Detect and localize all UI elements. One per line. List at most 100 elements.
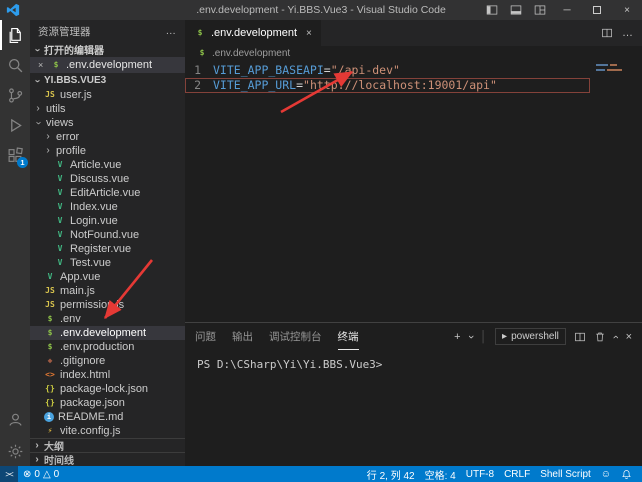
tree-item-.env.development[interactable]: $.env.development <box>30 326 185 340</box>
tree-item-main.js[interactable]: JSmain.js <box>30 284 185 298</box>
editor-area: $ .env.development × … $ .env.developmen… <box>185 20 642 466</box>
minimize-button[interactable]: ─ <box>552 0 582 20</box>
project-root-header[interactable]: › YI.BBS.VUE3 <box>30 73 185 88</box>
tree-item-package.json[interactable]: {} package.json <box>30 396 185 410</box>
close-panel-icon[interactable]: × <box>626 331 632 343</box>
file-label: index.html <box>60 369 110 381</box>
vue-file-icon: V <box>54 175 66 183</box>
activity-bar: 1 <box>0 20 30 466</box>
chevron-right-icon: › <box>44 132 52 142</box>
tree-item-Index.vue[interactable]: VIndex.vue <box>30 200 185 214</box>
tree-item-package-lock.json[interactable]: {}package-lock.json <box>30 382 185 396</box>
tree-item-EditArticle.vue[interactable]: VEditArticle.vue <box>30 186 185 200</box>
tree-item-Discuss.vue[interactable]: VDiscuss.vue <box>30 172 185 186</box>
code-line-2[interactable]: 2VITE_APP_URL="http://localhost:19001/ap… <box>185 78 590 93</box>
tree-item-user.js[interactable]: JSuser.js <box>30 88 185 102</box>
terminal-output[interactable]: PS D:\CSharp\Yi\Yi.BBS.Vue3> <box>185 350 642 466</box>
file-label: utils <box>46 103 66 115</box>
tree-item-utils[interactable]: ›utils <box>30 102 185 116</box>
env-file-icon: $ <box>196 49 208 57</box>
split-editor-icon[interactable] <box>601 27 613 39</box>
cursor-position[interactable]: 行 2, 列 42 <box>362 467 420 482</box>
remote-indicator[interactable]: >< <box>0 466 18 482</box>
tree-item-Article.vue[interactable]: V Article.vue <box>30 158 185 172</box>
timeline-section[interactable]: › 时间线 <box>30 452 185 466</box>
launch-profile-button[interactable]: ▸ powershell <box>495 328 566 345</box>
panel-tab-输出[interactable]: 输出 <box>232 323 253 350</box>
vue-file-icon: V <box>54 161 66 169</box>
account-icon[interactable] <box>0 404 30 434</box>
minimap[interactable] <box>596 64 634 74</box>
tree-item-Login.vue[interactable]: VLogin.vue <box>30 214 185 228</box>
panel-tab-调试控制台[interactable]: 调试控制台 <box>269 323 322 350</box>
html-file-icon: <> <box>44 371 56 379</box>
tree-item-Register.vue[interactable]: VRegister.vue <box>30 242 185 256</box>
problems-status[interactable]: ⊗0 △0 <box>18 469 64 480</box>
tab-close-icon[interactable]: × <box>306 28 312 39</box>
code-lines: 1VITE_APP_BASEAPI="/api-dev"2VITE_APP_UR… <box>185 63 642 93</box>
sidebar-actions-icon[interactable]: … <box>166 25 178 37</box>
open-editor-item[interactable]: × $ .env.development <box>30 57 185 73</box>
tree-item-NotFound.vue[interactable]: VNotFound.vue <box>30 228 185 242</box>
more-actions-icon[interactable]: … <box>622 27 633 39</box>
panel-tab-终端[interactable]: 终端 <box>338 323 359 350</box>
tree-item-permission.js[interactable]: JSpermission.js <box>30 298 185 312</box>
settings-gear-icon[interactable] <box>0 436 30 466</box>
indentation-setting[interactable]: 空格: 4 <box>420 467 461 482</box>
explorer-sidebar: 资源管理器 … › 打开的编辑器 × $ .env.development › … <box>30 20 185 466</box>
panel-tab-问题[interactable]: 问题 <box>195 323 216 350</box>
tree-item-Test.vue[interactable]: VTest.vue <box>30 256 185 270</box>
notifications-bell-icon[interactable] <box>616 469 637 480</box>
chevron-right-icon: › <box>44 146 52 156</box>
source-control-icon[interactable] <box>0 80 30 110</box>
terminal-dropdown-icon[interactable]: › <box>464 335 476 339</box>
customize-layout-icon[interactable] <box>528 0 552 20</box>
vue-file-icon: V <box>54 259 66 267</box>
tree-item-.gitignore[interactable]: ◆.gitignore <box>30 354 185 368</box>
maximize-button[interactable] <box>582 0 612 20</box>
open-editors-header[interactable]: › 打开的编辑器 <box>30 42 185 57</box>
tree-item-README.md[interactable]: iREADME.md <box>30 410 185 424</box>
toggle-sidebar-icon[interactable] <box>480 0 504 20</box>
close-icon[interactable]: × <box>38 60 46 70</box>
search-icon[interactable] <box>0 50 30 80</box>
file-label: Login.vue <box>70 215 118 227</box>
feedback-smiley-icon[interactable]: ☺ <box>596 469 616 480</box>
new-terminal-icon[interactable]: + <box>454 331 460 343</box>
eol-setting[interactable]: CRLF <box>499 469 535 480</box>
extensions-icon[interactable]: 1 <box>0 140 30 170</box>
tree-item-App.vue[interactable]: VApp.vue <box>30 270 185 284</box>
js-file-icon: JS <box>44 91 56 99</box>
editor-tab-env-development[interactable]: $ .env.development × <box>185 20 321 46</box>
kill-terminal-icon[interactable] <box>594 331 606 343</box>
tree-item-views[interactable]: ›views <box>30 116 185 130</box>
file-label: package.json <box>60 397 125 409</box>
titlebar: .env.development - Yi.BBS.Vue3 - Visual … <box>0 0 642 20</box>
run-debug-icon[interactable] <box>0 110 30 140</box>
encoding-setting[interactable]: UTF-8 <box>461 469 499 480</box>
tree-item-.env.production[interactable]: $.env.production <box>30 340 185 354</box>
tree-item-index.html[interactable]: <> index.html <box>30 368 185 382</box>
close-button[interactable]: × <box>612 0 642 20</box>
breadcrumb[interactable]: $ .env.development <box>185 46 642 60</box>
maximize-panel-icon[interactable]: › <box>610 335 622 339</box>
tree-item-profile[interactable]: ›profile <box>30 144 185 158</box>
tree-item-error[interactable]: ›error <box>30 130 185 144</box>
tree-item-vite.config.js[interactable]: ⚡vite.config.js <box>30 424 185 438</box>
split-terminal-icon[interactable] <box>574 331 586 343</box>
outline-section[interactable]: › 大纲 <box>30 438 185 452</box>
language-mode[interactable]: Shell Script <box>535 469 596 480</box>
vite-file-icon: ⚡ <box>44 427 56 435</box>
tree-item-.env[interactable]: $.env <box>30 312 185 326</box>
env-file-icon: $ <box>44 329 56 337</box>
explorer-icon[interactable] <box>0 20 30 50</box>
vue-file-icon: V <box>44 273 56 281</box>
vue-file-icon: V <box>54 189 66 197</box>
file-label: Article.vue <box>70 159 121 171</box>
error-icon: ⊗ <box>23 469 31 480</box>
code-line-1[interactable]: 1VITE_APP_BASEAPI="/api-dev" <box>185 63 590 78</box>
code-editor[interactable]: 1VITE_APP_BASEAPI="/api-dev"2VITE_APP_UR… <box>185 60 642 322</box>
toggle-panel-icon[interactable] <box>504 0 528 20</box>
json-file-icon: {} <box>44 399 56 407</box>
env-file-icon: $ <box>50 61 62 69</box>
